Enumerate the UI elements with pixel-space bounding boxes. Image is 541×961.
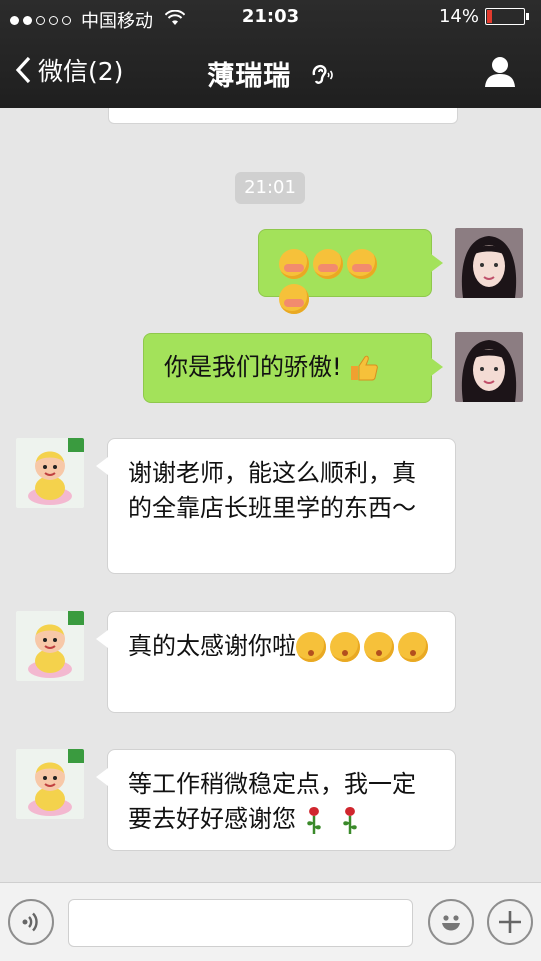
message-text: 等工作稍微稳定点，我一定要去好好感谢您 xyxy=(128,770,416,833)
voice-input-button[interactable] xyxy=(8,899,54,945)
shy-emoji-icon xyxy=(279,284,309,314)
contact-name: 薄瑞瑞 xyxy=(207,61,292,92)
message-bubble-incoming[interactable]: 谢谢老师，能这么顺利，真的全靠店长班里学的东西～ xyxy=(96,438,456,574)
kiss-emoji-icon xyxy=(330,632,360,662)
chat-area[interactable]: 21:01 你是我们的骄傲! 谢谢老师，能这么顺利，真的全靠店长班里学的东西～ … xyxy=(0,108,541,882)
contact-avatar[interactable] xyxy=(16,749,84,819)
emoji-button[interactable] xyxy=(428,899,474,945)
status-bar: 中国移动 21:03 14% xyxy=(0,0,541,36)
plus-icon xyxy=(499,911,521,933)
battery-percent: 14% xyxy=(438,6,479,27)
contact-avatar[interactable] xyxy=(16,438,84,508)
rose-emoji-icon xyxy=(338,805,362,835)
voice-icon xyxy=(22,912,38,932)
my-avatar[interactable] xyxy=(455,228,523,298)
message-text: 真的太感谢你啦 xyxy=(128,632,296,660)
kiss-emoji-icon xyxy=(364,632,394,662)
message-bubble-incoming[interactable]: 真的太感谢你啦 xyxy=(96,611,456,713)
message-bubble-outgoing[interactable]: 你是我们的骄傲! xyxy=(143,333,443,403)
message-text: 你是我们的骄傲! xyxy=(164,353,342,381)
my-avatar[interactable] xyxy=(455,332,523,402)
message-input-bar xyxy=(0,882,541,961)
top-bar: 中国移动 21:03 14% 微信(2) 薄瑞瑞 xyxy=(0,0,541,108)
previous-message-bubble xyxy=(108,108,458,124)
more-options-button[interactable] xyxy=(487,899,533,945)
kiss-emoji-icon xyxy=(398,632,428,662)
message-text: 谢谢老师，能这么顺利，真的全靠店长班里学的东西～ xyxy=(128,459,416,522)
earpiece-mode-icon xyxy=(308,61,334,94)
rose-emoji-icon xyxy=(302,805,326,835)
battery-indicator: 14% xyxy=(439,6,529,27)
kiss-emoji-icon xyxy=(296,632,326,662)
thumbs-up-icon xyxy=(349,354,379,382)
shy-emoji-icon xyxy=(347,249,377,279)
shy-emoji-icon xyxy=(279,249,309,279)
battery-icon xyxy=(485,8,525,25)
shy-emoji-icon xyxy=(313,249,343,279)
message-text-input[interactable] xyxy=(68,899,413,947)
message-bubble-outgoing[interactable] xyxy=(258,229,443,314)
chat-title: 薄瑞瑞 xyxy=(0,54,541,94)
message-bubble-incoming[interactable]: 等工作稍微稳定点，我一定要去好好感谢您 xyxy=(96,749,456,851)
smiley-icon xyxy=(442,915,460,931)
message-timestamp: 21:01 xyxy=(235,172,305,204)
contact-avatar[interactable] xyxy=(16,611,84,681)
nav-bar: 微信(2) 薄瑞瑞 xyxy=(0,40,541,104)
profile-icon[interactable] xyxy=(483,54,517,92)
